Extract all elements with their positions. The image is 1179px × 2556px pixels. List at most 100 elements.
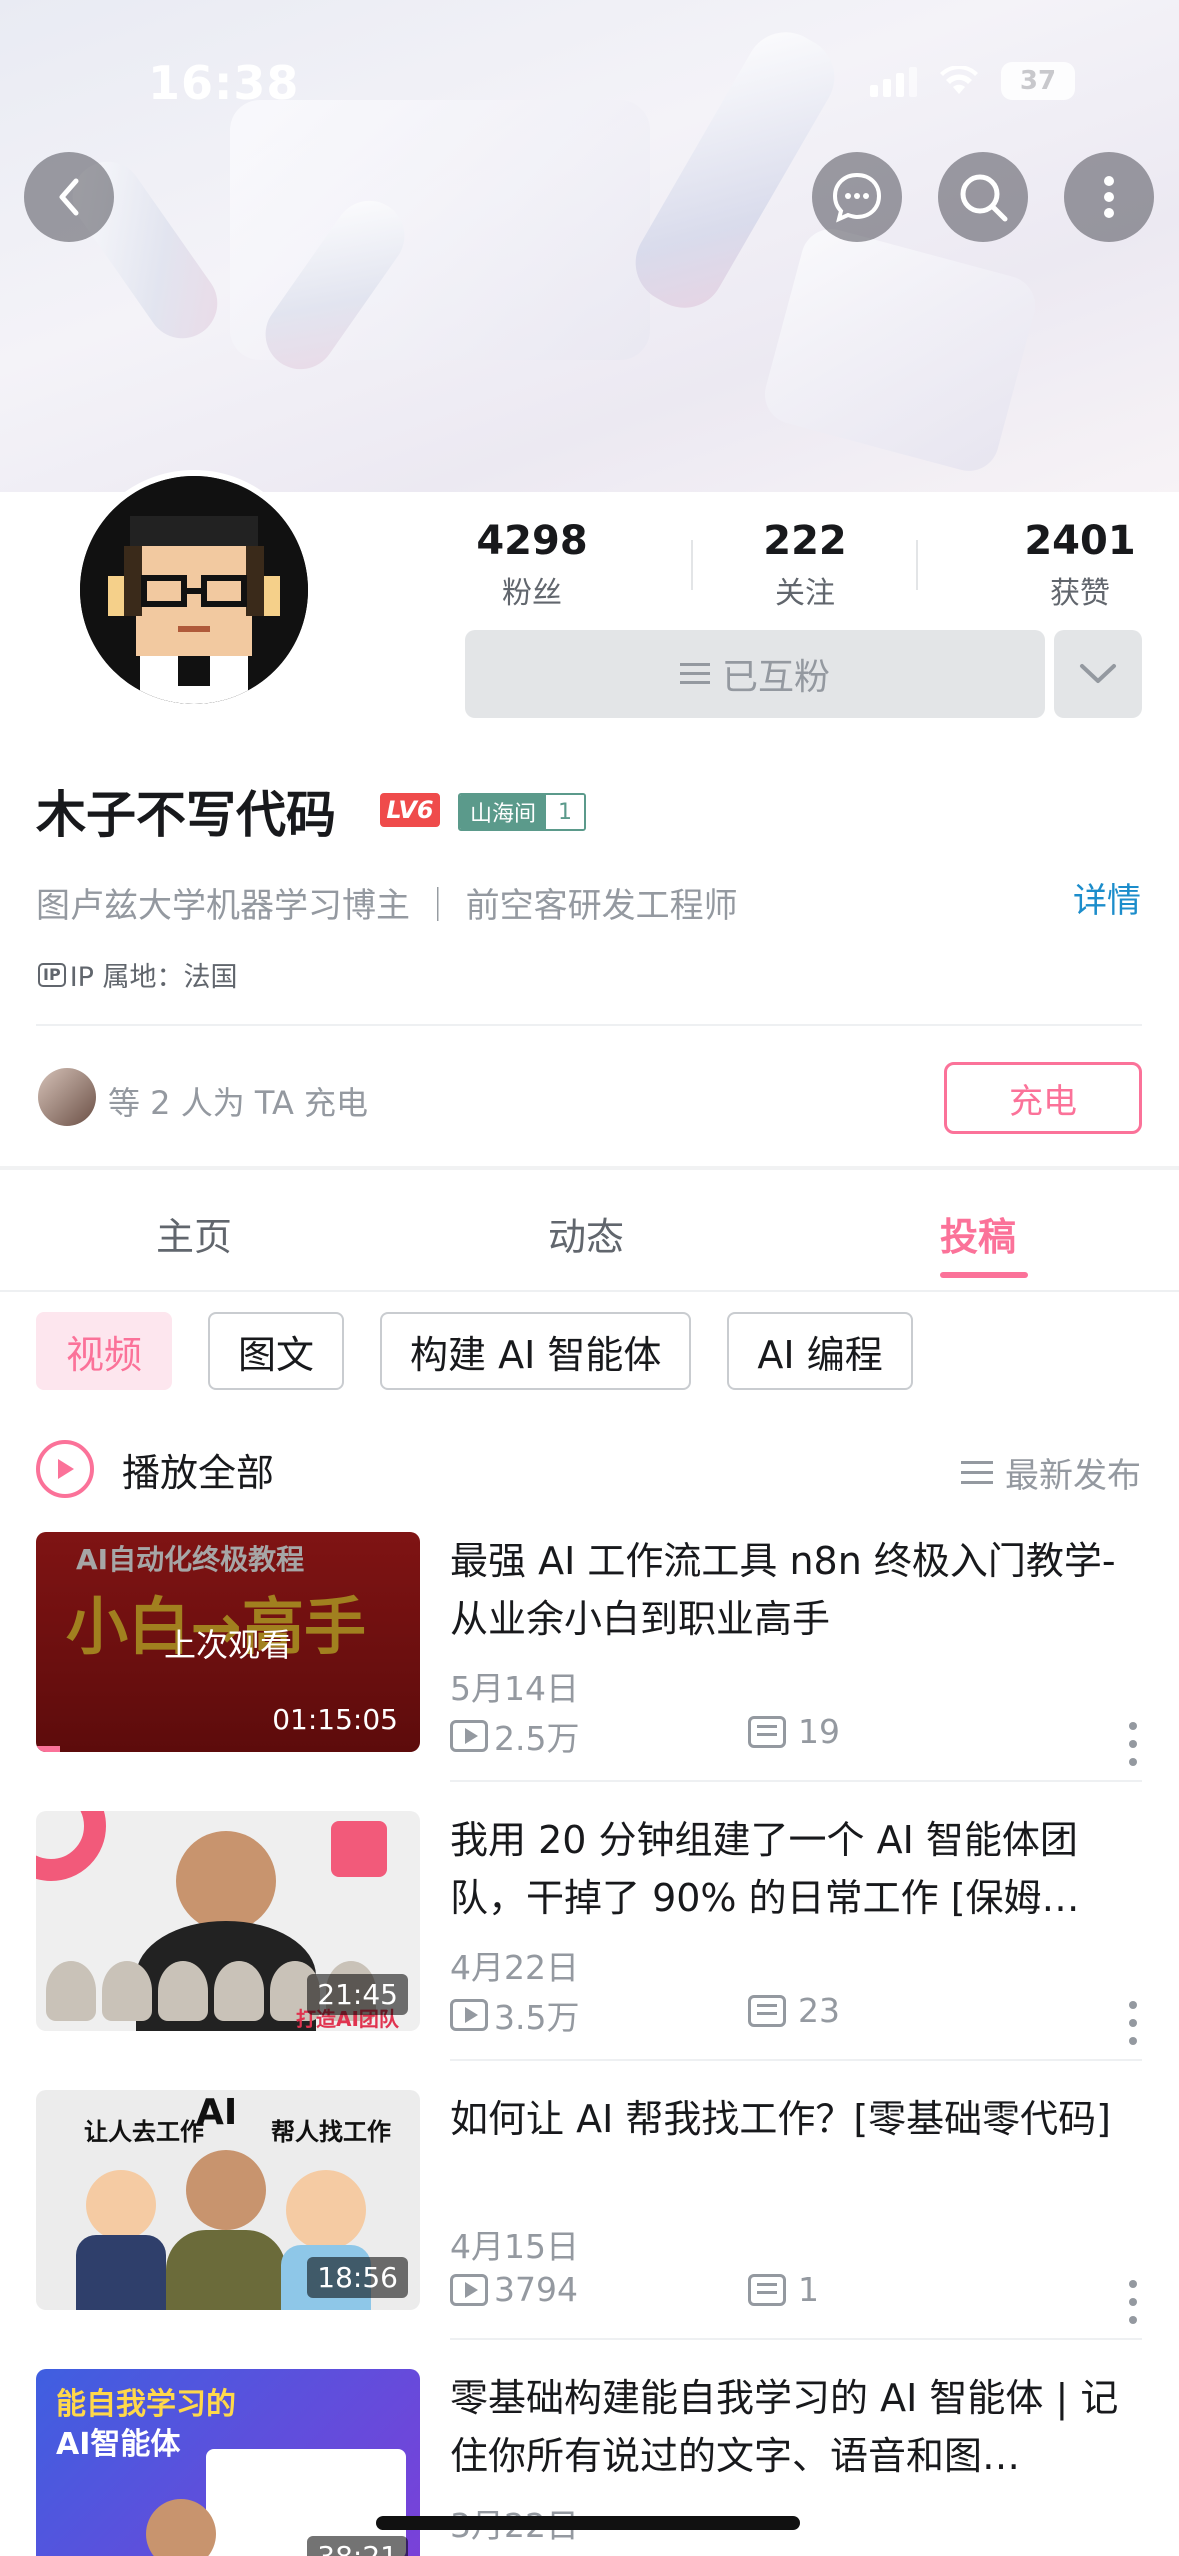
battery-indicator: 37 — [1001, 62, 1075, 100]
stat-likes[interactable]: 2401 获赞 — [1010, 518, 1150, 612]
tab-home[interactable]: 主页 — [156, 1206, 232, 1261]
menu-icon — [679, 663, 710, 684]
video-comments: 23 — [748, 1991, 840, 2030]
video-plays: 3794 — [450, 2270, 578, 2309]
more-icon[interactable] — [1129, 2280, 1137, 2324]
level-badge: LV6 — [380, 793, 440, 827]
video-date: 4月22日 — [450, 1948, 579, 1987]
video-thumbnail[interactable]: 让人去工作 AI 帮人找工作 18:56 — [36, 2090, 420, 2310]
play-all-button[interactable]: 播放全部 — [36, 1440, 274, 1498]
ip-location: IP IP 属地：法国 — [38, 955, 238, 994]
search-icon — [960, 174, 1008, 222]
last-watched-label: 上次观看 — [163, 1626, 292, 1664]
charge-button[interactable]: 充电 — [944, 1062, 1142, 1134]
tab-uploads[interactable]: 投稿 — [940, 1206, 1016, 1261]
charger-avatar[interactable] — [38, 1068, 96, 1126]
divider — [450, 1780, 1142, 1782]
medal-level: 1 — [546, 795, 585, 829]
status-icons: 37 — [870, 62, 1075, 100]
stat-divider — [691, 540, 693, 590]
video-title[interactable]: 如何让 AI 帮我找工作？[零基础零代码] — [450, 2090, 1140, 2148]
comment-icon — [748, 1715, 786, 1748]
back-icon — [59, 178, 79, 216]
search-button[interactable] — [938, 152, 1028, 242]
video-title[interactable]: 最强 AI 工作流工具 n8n 终极入门教学-从业余小白到职业高手 — [450, 1532, 1140, 1648]
stat-following[interactable]: 222 关注 — [735, 518, 875, 612]
comment-icon — [748, 2273, 786, 2306]
ip-badge-icon: IP — [38, 962, 66, 987]
more-icon — [1104, 176, 1114, 218]
sort-button[interactable]: 最新发布 — [961, 1448, 1141, 1497]
mutual-follow-button[interactable]: 已互粉 — [465, 630, 1045, 718]
message-icon — [832, 172, 882, 223]
stat-number: 222 — [763, 518, 847, 564]
video-item[interactable]: AI自动化终极教程 小白→高手 上次观看 01:15:05 最强 AI 工作流工… — [0, 1532, 1179, 1766]
tab-dynamics[interactable]: 动态 — [548, 1206, 624, 1261]
medal-name: 山海间 — [460, 795, 547, 829]
profile-bio: 图卢兹大学机器学习博主 ｜ 前空客研发工程师 — [36, 886, 738, 926]
follow-dropdown-button[interactable] — [1054, 630, 1142, 718]
thumb-caption: AI — [196, 2092, 238, 2133]
thumb-caption: 能自我学习的 — [56, 2387, 236, 2422]
play-count: 3794 — [494, 2270, 578, 2309]
video-thumbnail[interactable]: 能自我学习的 AI智能体 38:21 — [36, 2369, 420, 2556]
charge-text: 等 2 人为 TA 充电 — [108, 1084, 369, 1122]
video-duration: 18:56 — [307, 2257, 408, 2298]
video-title[interactable]: 零基础构建能自我学习的 AI 智能体 | 记住你所有说过的文字、语音和图… — [450, 2369, 1140, 2485]
divider — [450, 2059, 1142, 2061]
avatar[interactable] — [74, 470, 314, 710]
stat-label: 粉丝 — [502, 576, 562, 611]
profile-name: 木子不写代码 — [36, 786, 336, 844]
play-all-label: 播放全部 — [122, 1450, 275, 1495]
play-count: 3.5万 — [494, 1998, 580, 2037]
video-thumbnail[interactable]: AI自动化终极教程 小白→高手 上次观看 01:15:05 — [36, 1532, 420, 1752]
thumb-caption: AI智能体 — [56, 2427, 181, 2462]
video-thumbnail[interactable]: 打造AI团队 21:45 — [36, 1811, 420, 2031]
divider — [450, 2338, 1142, 2340]
divider — [0, 1290, 1179, 1292]
stat-number: 2401 — [1024, 518, 1136, 564]
chevron-down-icon — [1080, 664, 1116, 683]
chip-ai-agent[interactable]: 构建 AI 智能体 — [380, 1312, 692, 1390]
chip-video[interactable]: 视频 — [36, 1312, 173, 1390]
stat-fans[interactable]: 4298 粉丝 — [462, 518, 602, 612]
follow-label: 已互粉 — [721, 657, 830, 698]
video-title[interactable]: 我用 20 分钟组建了一个 AI 智能体团队，干掉了 90% 的日常工作 [保姆… — [450, 1811, 1140, 1927]
detail-link[interactable]: 详情 — [1073, 873, 1141, 922]
comment-count: 19 — [798, 1712, 840, 1751]
chip-image-text[interactable]: 图文 — [208, 1312, 345, 1390]
play-count: 2.5万 — [494, 1719, 580, 1758]
chip-ai-coding[interactable]: AI 编程 — [727, 1312, 913, 1390]
signal-icon — [870, 65, 917, 97]
comment-count: 23 — [798, 1991, 840, 2030]
comment-count: 1 — [798, 2270, 819, 2309]
video-plays: 2.5万 — [450, 1712, 579, 1760]
stat-label: 关注 — [775, 576, 835, 611]
back-button[interactable] — [24, 152, 114, 242]
video-comments: 19 — [748, 1712, 840, 1751]
menu-icon — [961, 1460, 993, 1484]
stat-label: 获赞 — [1050, 576, 1110, 611]
video-item[interactable]: 打造AI团队 21:45 我用 20 分钟组建了一个 AI 智能体团队，干掉了 … — [0, 1811, 1179, 2045]
play-count-icon — [450, 1999, 488, 2031]
play-count-icon — [450, 1720, 488, 1752]
stat-number: 4298 — [476, 518, 588, 564]
more-icon[interactable] — [1129, 1722, 1137, 1766]
more-button[interactable] — [1064, 152, 1154, 242]
video-comments: 1 — [748, 2270, 819, 2309]
video-duration: 21:45 — [307, 1974, 408, 2015]
divider — [36, 1024, 1142, 1026]
thumb-caption: 让人去工作 — [84, 2118, 204, 2146]
fan-medal[interactable]: 山海间 1 — [458, 793, 587, 831]
message-button[interactable] — [812, 152, 902, 242]
banner-decoration — [758, 222, 1042, 478]
stat-divider — [916, 540, 918, 590]
comment-icon — [748, 1994, 786, 2027]
thumb-caption: 帮人找工作 — [271, 2118, 391, 2146]
home-indicator — [376, 2516, 800, 2530]
video-plays: 3.5万 — [450, 1991, 579, 2039]
video-date: 5月14日 — [450, 1669, 579, 1708]
more-icon[interactable] — [1129, 2001, 1137, 2045]
video-date: 4月15日 — [450, 2227, 579, 2266]
video-item[interactable]: 让人去工作 AI 帮人找工作 18:56 如何让 AI 帮我找工作？[零基础零代… — [0, 2090, 1179, 2324]
